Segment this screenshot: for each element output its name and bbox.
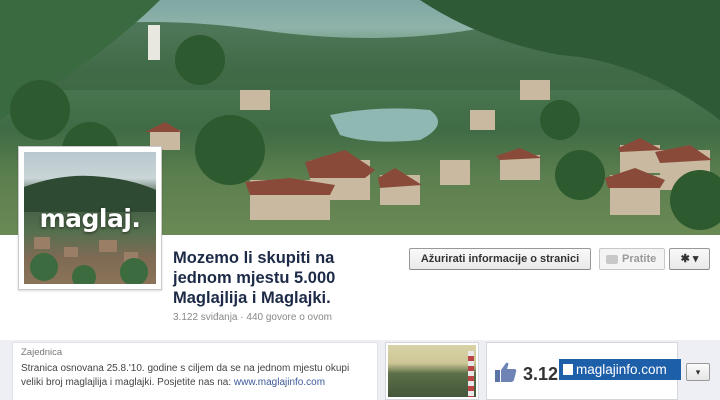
likes-count: 3.12 [523,364,559,384]
page-stats: 3.122 sviđanja · 440 govore o ovom [173,312,332,323]
update-page-info-button[interactable]: Ažurirati informacije o stranici [409,248,591,270]
watermark-square-icon [563,364,573,375]
follow-button[interactable]: Pratite [599,248,665,270]
logo-text: maglaj. [39,204,141,233]
about-category: Zajednica [21,347,63,358]
photos-thumbnail[interactable] [385,342,479,400]
chimney-image-detail [468,351,474,397]
profile-picture-image: maglaj. [24,152,156,284]
website-link[interactable]: www.maglajinfo.com [234,377,325,388]
about-box: Zajednica Stranica osnovana 25.8.'10. go… [12,342,378,400]
rss-icon [606,255,618,264]
thumbs-up-icon [495,362,517,382]
settings-gear-button[interactable]: ✱ ▾ [669,248,710,270]
photo-thumbnail-image [388,345,476,397]
watermark-text: maglajinfo.com [576,362,667,377]
gear-icon: ✱ ▾ [680,253,699,265]
follow-button-label: Pratite [622,253,657,265]
about-text: Stranica osnovana 25.8.'10. godine s cil… [21,362,369,390]
page-title: Mozemo li skupiti na jednom mjestu 5.000… [173,249,336,307]
profile-picture[interactable]: maglaj. [18,146,162,290]
likes-dropdown-button[interactable]: ▾ [686,363,710,381]
watermark: maglajinfo.com [559,359,681,380]
